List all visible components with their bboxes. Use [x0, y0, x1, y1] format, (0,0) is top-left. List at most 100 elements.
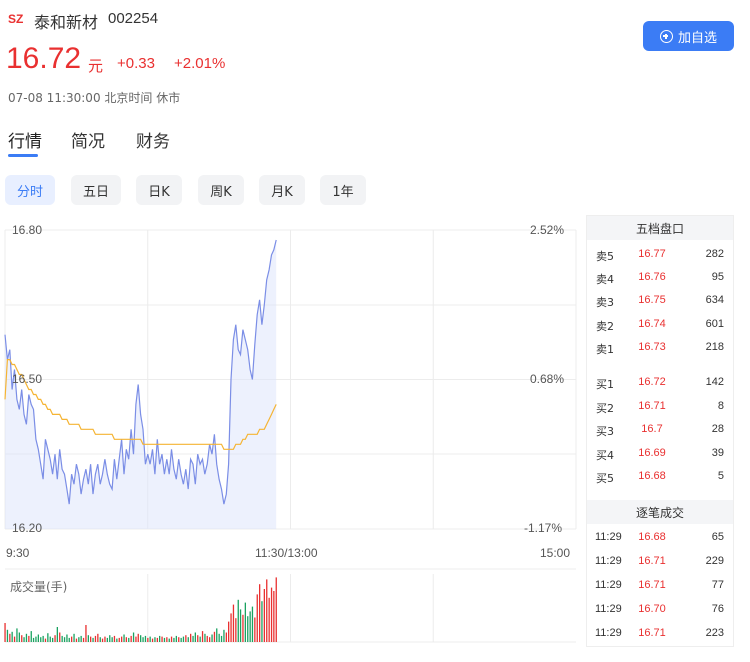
volume-bar: [178, 637, 180, 642]
volume-bar: [168, 638, 170, 642]
buy-row[interactable]: 买1 16.72 142: [587, 373, 733, 393]
sell-row[interactable]: 卖2 16.74 601: [587, 315, 733, 335]
volume-bar: [66, 634, 68, 642]
sell-row[interactable]: 卖3 16.75 634: [587, 291, 733, 311]
volume-bar: [230, 613, 232, 642]
volume-bar: [232, 604, 235, 642]
volume-bar: [220, 635, 223, 642]
volume-bar: [270, 587, 273, 642]
x-tick: 9:30: [6, 546, 30, 560]
volume-bar: [163, 637, 166, 642]
volume-bar: [268, 597, 270, 642]
volume-bar: [4, 623, 6, 642]
sell-row[interactable]: 卖1 16.73 218: [587, 338, 733, 358]
volume-bar: [40, 637, 42, 642]
volume-bar: [192, 635, 194, 642]
trade-time: 11:29: [595, 555, 622, 567]
volume-bar: [87, 635, 89, 642]
market-badge: SZ: [8, 12, 24, 26]
volume-bar: [140, 635, 142, 642]
intraday-chart[interactable]: [0, 214, 580, 654]
x-tick: 11:30/13:00: [255, 546, 318, 560]
volume-bar: [13, 636, 16, 642]
buy-row[interactable]: 买3 16.7 28: [587, 420, 733, 440]
volume-bar: [185, 635, 187, 642]
tab-market[interactable]: 行情: [8, 127, 42, 152]
volume-bar: [121, 636, 123, 642]
volume-bar: [261, 601, 263, 642]
volume-bar: [44, 638, 47, 642]
sell-volume: 601: [705, 318, 724, 330]
buy-row[interactable]: 买5 16.68 5: [587, 467, 733, 487]
sell-row[interactable]: 卖5 16.77 282: [587, 245, 733, 265]
volume-bar: [37, 634, 39, 642]
buy-row[interactable]: 买2 16.71 8: [587, 397, 733, 417]
period-daily-k[interactable]: 日K: [136, 175, 182, 205]
volume-bar: [123, 634, 125, 642]
volume-bar: [104, 636, 106, 642]
volume-bar: [23, 637, 25, 642]
volume-bar: [147, 637, 149, 642]
sell-row[interactable]: 卖4 16.76 95: [587, 268, 733, 288]
price-unit: 元: [88, 57, 104, 75]
volume-bar: [97, 633, 99, 642]
volume-bar: [109, 635, 111, 642]
volume-title: 成交量(手): [10, 580, 68, 594]
sell-label: 卖4: [596, 273, 614, 286]
volume-bar: [237, 599, 239, 642]
sell-price: 16.77: [638, 248, 666, 260]
trade-volume: 223: [705, 627, 724, 639]
volume-bar: [16, 628, 18, 642]
volume-bar: [190, 633, 192, 642]
volume-bar: [244, 602, 246, 642]
period-weekly-k[interactable]: 周K: [198, 175, 244, 205]
buy-label: 买4: [596, 449, 614, 462]
volume-bar: [9, 633, 11, 642]
volume-bar: [213, 631, 216, 642]
volume-bar: [30, 631, 32, 642]
volume-bar: [266, 579, 268, 642]
y-left-tick: 16.80: [12, 223, 43, 237]
add-watchlist-button[interactable]: 加自选: [643, 21, 734, 51]
volume-bar: [239, 609, 242, 642]
trade-price: 16.71: [638, 627, 666, 639]
buy-price: 16.72: [638, 376, 666, 388]
volume-bar: [80, 635, 82, 642]
tab-profile[interactable]: 简况: [71, 127, 105, 152]
volume-bar: [154, 637, 156, 642]
volume-bar: [99, 637, 101, 642]
volume-bar: [32, 637, 35, 642]
volume-bar: [54, 635, 56, 642]
volume-bar: [135, 636, 137, 642]
period-one-year[interactable]: 1年: [320, 175, 366, 205]
volume-bar: [175, 635, 177, 642]
y-left-tick: 16.20: [12, 521, 43, 535]
period-five-day[interactable]: 五日: [71, 175, 121, 205]
sell-price: 16.74: [638, 318, 666, 330]
trade-row: 11:29 16.71 77: [587, 576, 733, 596]
sell-label: 卖2: [596, 320, 614, 333]
volume-bar: [71, 636, 73, 642]
add-watchlist-label: 加自选: [677, 29, 717, 45]
tab-finance[interactable]: 财务: [136, 127, 170, 152]
sell-label: 卖1: [596, 343, 614, 356]
volume-bar: [63, 637, 66, 642]
volume-bar: [125, 637, 127, 642]
stock-name: 泰和新材: [34, 13, 99, 32]
volume-bar: [61, 635, 63, 642]
volume-bar: [111, 637, 113, 642]
trade-row: 11:29 16.71 223: [587, 624, 733, 644]
volume-bar: [142, 637, 144, 642]
volume-bar: [204, 633, 206, 642]
period-monthly-k[interactable]: 月K: [259, 175, 305, 205]
buy-volume: 142: [705, 376, 724, 388]
buy-volume: 39: [711, 447, 724, 459]
volume-bar: [132, 632, 135, 642]
y-right-tick: 0.68%: [530, 372, 565, 386]
volume-bar: [130, 635, 132, 642]
volume-bar: [249, 611, 251, 642]
current-price: 16.72: [6, 42, 82, 75]
buy-row[interactable]: 买4 16.69 39: [587, 444, 733, 464]
period-intraday[interactable]: 分时: [5, 175, 55, 205]
trade-time: 11:29: [595, 531, 622, 543]
